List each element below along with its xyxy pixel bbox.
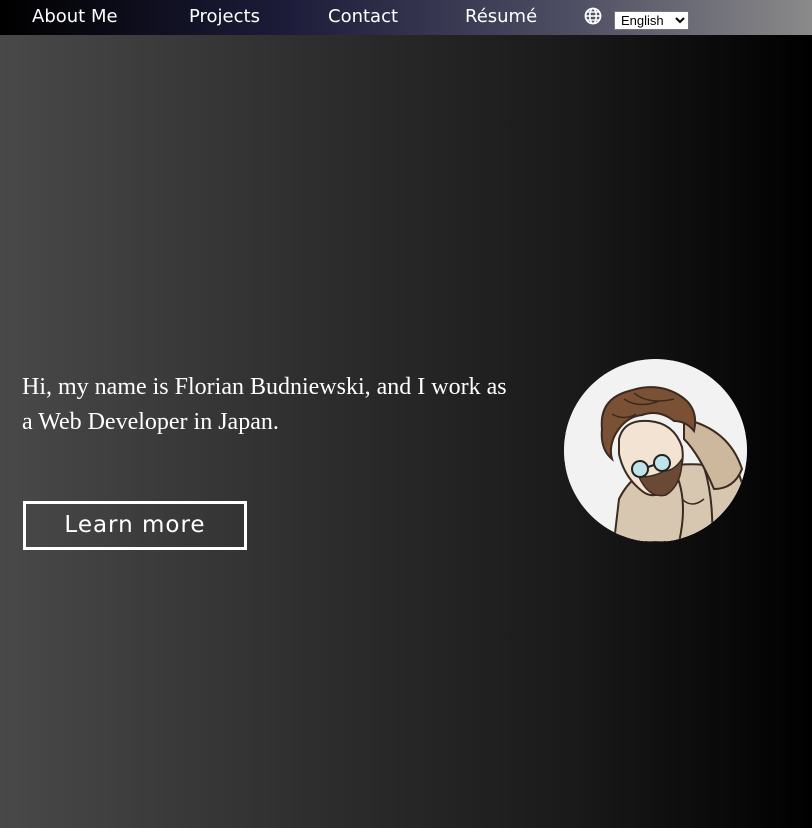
nav-link-about-me[interactable]: About Me	[32, 4, 118, 30]
top-navbar: About Me Projects Contact Résumé English	[0, 0, 812, 35]
intro-text: Hi, my name is Florian Budniewski, and I…	[22, 374, 507, 435]
language-select[interactable]: English	[614, 11, 689, 30]
avatar-illustration-icon	[564, 359, 747, 542]
avatar	[564, 359, 747, 542]
nav-link-projects[interactable]: Projects	[189, 4, 260, 30]
globe-icon	[584, 7, 602, 25]
nav-link-contact[interactable]: Contact	[328, 4, 398, 30]
nav-link-resume[interactable]: Résumé	[465, 4, 537, 30]
learn-more-button[interactable]: Learn more	[23, 501, 247, 550]
